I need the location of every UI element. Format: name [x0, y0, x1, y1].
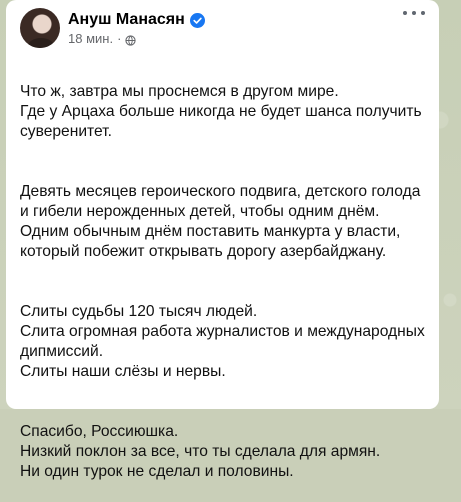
post-body: Что ж, завтра мы проснемся в другом мире… [20, 62, 425, 502]
post-paragraph: Слиты судьбы 120 тысяч людей. Слита огро… [20, 303, 425, 380]
more-options-icon[interactable] [403, 8, 425, 18]
post-card: Ануш Манасян 18 мин. · Что ж, завтра мы … [6, 0, 439, 480]
author-name-row: Ануш Манасян [68, 10, 205, 30]
post-paragraph: Девять месяцев героического подвига, дет… [20, 183, 421, 260]
author-avatar[interactable] [20, 8, 60, 48]
more-dot [412, 11, 416, 15]
post-header: Ануш Манасян 18 мин. · [20, 8, 425, 54]
more-dot [403, 11, 407, 15]
meta-separator: · [117, 31, 122, 46]
post-paragraph: Что ж, завтра мы проснемся в другом мире… [20, 83, 422, 140]
more-dot [421, 11, 425, 15]
post-timestamp[interactable]: 18 мин. [68, 30, 113, 47]
post-time-row: 18 мин. · [68, 30, 205, 47]
post-meta: Ануш Манасян 18 мин. · [68, 10, 205, 47]
post-paragraph: Спасибо, Россиюшка. Низкий поклон за все… [20, 423, 381, 480]
globe-icon [125, 33, 137, 46]
author-name[interactable]: Ануш Манасян [68, 10, 185, 30]
verified-badge-icon [189, 12, 205, 28]
